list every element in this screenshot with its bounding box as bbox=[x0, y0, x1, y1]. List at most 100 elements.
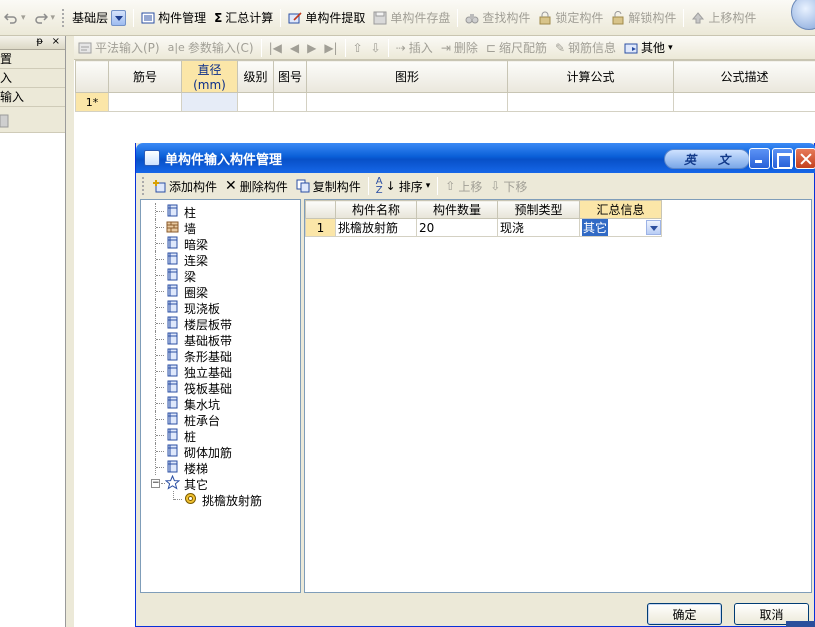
tree-node[interactable]: 筏板基础 bbox=[141, 379, 300, 396]
scale-rebar-button[interactable]: ⊏ 缩尺配筋 bbox=[482, 37, 551, 59]
summary-calc-button[interactable]: Σ 汇总计算 bbox=[210, 7, 277, 29]
table-cell[interactable] bbox=[273, 92, 307, 112]
component-name-cell[interactable]: 挑檐放射筋 bbox=[335, 218, 417, 237]
insert-row-button[interactable]: ⇢ 插入 bbox=[392, 37, 437, 59]
tree-node[interactable]: 墙 bbox=[141, 219, 300, 236]
rebar-toolbar: 平法输入(P) a|e 参数输入(C) |◀ ◀ ▶ ▶| ⇧ ⇩ ⇢ 插入 ⇥… bbox=[74, 36, 815, 60]
ime-indicator[interactable]: 英 文 bbox=[664, 149, 750, 169]
tree-node[interactable]: 圈梁 bbox=[141, 283, 300, 300]
dock-item-icon-row[interactable] bbox=[0, 107, 65, 133]
tree-node[interactable]: 连梁 bbox=[141, 251, 300, 268]
other-menu-button[interactable]: 其他 ▾ bbox=[620, 37, 677, 59]
tree-node[interactable]: 独立基础 bbox=[141, 363, 300, 380]
copy-component-button[interactable]: 复制构件 bbox=[292, 175, 365, 197]
component-count-cell[interactable]: 20 bbox=[416, 218, 498, 237]
row-number[interactable]: 1* bbox=[75, 92, 109, 112]
chevron-down-icon[interactable] bbox=[646, 220, 661, 235]
column-header[interactable]: 级别 bbox=[237, 60, 274, 93]
unlock-component-button[interactable]: 解锁构件 bbox=[607, 7, 680, 29]
single-save-button[interactable]: 单构件存盘 bbox=[369, 7, 454, 29]
table-row[interactable]: 1 挑檐放射筋 20 现浇 其它 bbox=[305, 218, 662, 237]
tree-node[interactable]: 暗梁 bbox=[141, 235, 300, 252]
move-up-component-button[interactable]: 上移构件 bbox=[687, 7, 760, 29]
dialog-title-bar[interactable]: 单构件输入构件管理 英 文 bbox=[136, 143, 815, 173]
pin-icon[interactable]: ᵽ bbox=[36, 36, 43, 47]
tree-node[interactable]: 砌体加筋 bbox=[141, 443, 300, 460]
delete-component-button[interactable]: ✕ 删除构件 bbox=[221, 175, 292, 197]
tree-node[interactable]: − 其它 bbox=[141, 475, 300, 492]
column-header[interactable]: 图形 bbox=[306, 60, 508, 93]
table-cell[interactable] bbox=[507, 92, 674, 112]
column-header[interactable]: 构件数量 bbox=[416, 200, 498, 219]
toolbar-grip[interactable] bbox=[142, 177, 145, 195]
close-button[interactable] bbox=[795, 148, 815, 169]
move-up-button[interactable]: ⇧ 上移 bbox=[441, 175, 486, 197]
tree-node[interactable]: 柱 bbox=[141, 203, 300, 220]
delete-row-button[interactable]: ⇥ 删除 bbox=[437, 37, 482, 59]
column-header[interactable]: 构件名称 bbox=[335, 200, 417, 219]
column-header[interactable]: 筋号 bbox=[108, 60, 182, 93]
tree-node[interactable]: 桩 bbox=[141, 427, 300, 444]
table-cell[interactable] bbox=[108, 92, 182, 112]
table-cell[interactable] bbox=[673, 92, 815, 112]
tree-node[interactable]: 基础板带 bbox=[141, 331, 300, 348]
chevron-down-icon[interactable] bbox=[111, 9, 127, 26]
summary-info-select[interactable]: 其它 bbox=[582, 219, 661, 236]
insert-row-icon: ⇢ bbox=[395, 40, 406, 55]
first-record-button[interactable]: |◀ bbox=[265, 37, 286, 59]
column-header[interactable]: 预制类型 bbox=[497, 200, 580, 219]
tree-node[interactable]: 挑檐放射筋 bbox=[141, 491, 300, 509]
column-header[interactable]: 直径(mm) bbox=[181, 60, 238, 93]
lock-component-button[interactable]: 锁定构件 bbox=[534, 7, 607, 29]
add-component-button[interactable]: 添加构件 bbox=[148, 175, 221, 197]
dock-item[interactable]: 置 bbox=[0, 50, 65, 69]
column-header[interactable]: 图号 bbox=[273, 60, 307, 93]
component-manage-button[interactable]: 构件管理 bbox=[137, 7, 210, 29]
prev-record-button[interactable]: ◀ bbox=[286, 37, 303, 59]
prefab-type-cell[interactable]: 现浇 bbox=[497, 218, 580, 237]
dock-item[interactable]: 输入 bbox=[0, 88, 65, 107]
tree-node[interactable]: 梁 bbox=[141, 267, 300, 284]
rebar-info-button[interactable]: ✎ 钢筋信息 bbox=[551, 37, 620, 59]
component-type-tree: 柱墙暗梁 连梁梁圈梁 现浇板 楼层板带 基础板带 条形基础 独立基础 筏板基础 集水坑 桩承台桩砌… bbox=[140, 199, 301, 593]
column-header[interactable]: 汇总信息 bbox=[579, 200, 662, 219]
last-record-button[interactable]: ▶| bbox=[320, 37, 341, 59]
redo-button[interactable]: ▾ bbox=[30, 7, 60, 29]
single-extract-button[interactable]: 单构件提取 bbox=[284, 7, 369, 29]
close-icon[interactable]: × bbox=[52, 36, 60, 47]
find-component-button[interactable]: 查找构件 bbox=[461, 7, 534, 29]
undo-button[interactable]: ▾ bbox=[0, 7, 30, 29]
param-input-button[interactable]: a|e 参数输入(C) bbox=[164, 37, 258, 59]
tree-node[interactable]: 楼层板带 bbox=[141, 315, 300, 332]
tree-line bbox=[156, 451, 164, 452]
move-down-button[interactable]: ⇩ 下移 bbox=[486, 175, 531, 197]
sort-button[interactable]: AZ ↓ 排序 ▾ bbox=[372, 175, 434, 197]
table-cell[interactable] bbox=[306, 92, 508, 112]
dock-splitter[interactable] bbox=[66, 36, 74, 627]
ok-button[interactable]: 确定 bbox=[647, 603, 722, 625]
floor-select[interactable]: 基础层 bbox=[68, 7, 130, 29]
summary-info-cell[interactable]: 其它 bbox=[579, 218, 662, 237]
next-record-button[interactable]: ▶ bbox=[303, 37, 320, 59]
table-cell[interactable] bbox=[181, 92, 238, 112]
tree-node[interactable]: 楼梯 bbox=[141, 459, 300, 476]
dock-item[interactable]: 入 bbox=[0, 69, 65, 88]
row-down-button[interactable]: ⇩ bbox=[367, 37, 385, 59]
foundation-strip-icon bbox=[167, 332, 178, 345]
tree-node[interactable]: 条形基础 bbox=[141, 347, 300, 364]
column-header[interactable]: 公式描述 bbox=[673, 60, 815, 93]
tree-node[interactable]: 现浇板 bbox=[141, 299, 300, 316]
toolbar-grip[interactable] bbox=[62, 8, 65, 27]
flat-input-button[interactable]: 平法输入(P) bbox=[74, 37, 164, 59]
tree-node[interactable]: 桩承台 bbox=[141, 411, 300, 428]
tree-node[interactable]: 集水坑 bbox=[141, 395, 300, 412]
minimize-button[interactable] bbox=[749, 148, 770, 169]
collapse-toggle-icon[interactable]: − bbox=[151, 479, 160, 488]
row-number[interactable]: 1 bbox=[305, 218, 336, 237]
maximize-button[interactable] bbox=[772, 148, 793, 169]
table-row[interactable]: 1* bbox=[75, 92, 815, 112]
sort-arrow-icon: ↓ bbox=[385, 179, 396, 193]
table-cell[interactable] bbox=[237, 92, 274, 112]
column-header[interactable]: 计算公式 bbox=[507, 60, 674, 93]
row-up-button[interactable]: ⇧ bbox=[349, 37, 367, 59]
